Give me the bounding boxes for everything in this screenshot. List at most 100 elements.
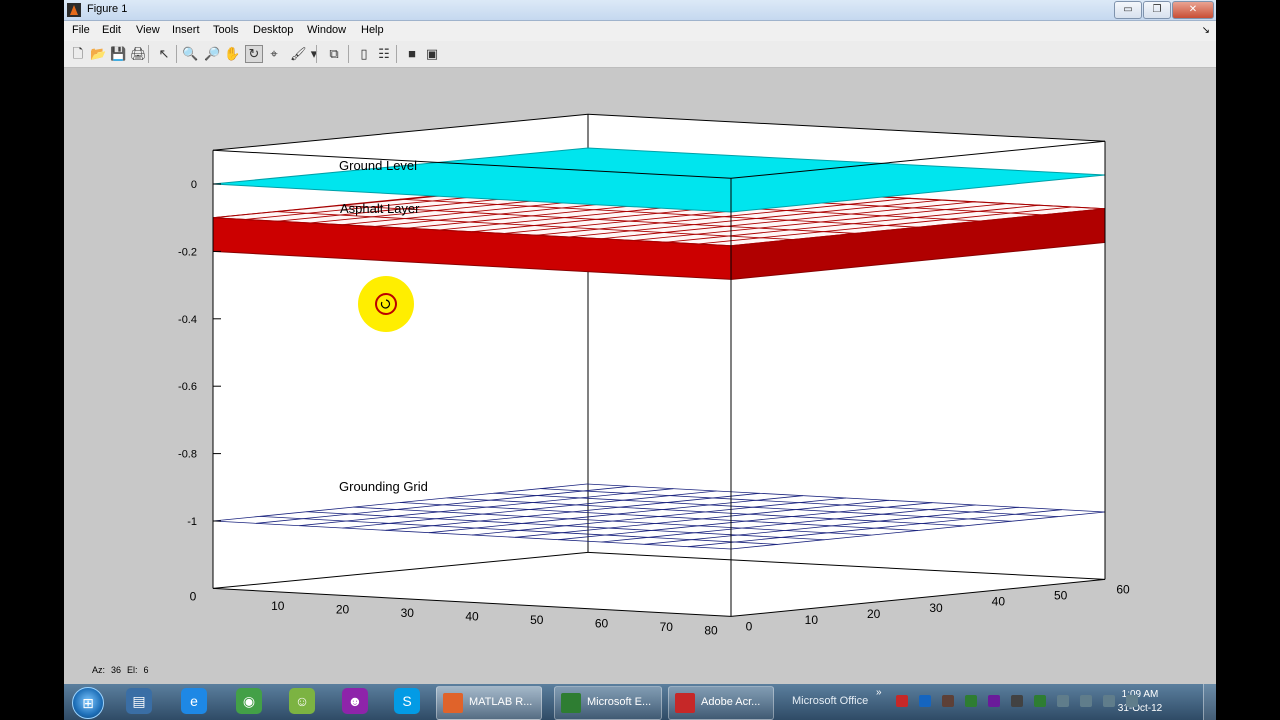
task-excel[interactable]: Microsoft E...	[554, 686, 662, 720]
y-tick-label: 50	[1054, 589, 1068, 603]
title-bar[interactable]: Figure 1 ▭ ❐ ✕	[64, 0, 1216, 21]
cursor-highlight	[358, 276, 414, 332]
layer-label: Ground Level	[339, 158, 417, 173]
tray-network-icon[interactable]	[1103, 695, 1115, 707]
windows-explorer-icon[interactable]: ▤	[126, 688, 152, 714]
toolbar-chevron-icon[interactable]: »	[876, 687, 882, 698]
menu-insert[interactable]: Insert	[172, 24, 200, 36]
pan-hand-icon[interactable]: ✋	[224, 46, 240, 62]
plot-axes[interactable]: Ground Level Asphalt Layer Grounding Grid 0…	[64, 68, 1216, 680]
open-file-icon[interactable]: 📂	[90, 46, 106, 62]
y-tick-label: 0	[746, 619, 753, 633]
y-tick-label: 20	[867, 607, 881, 621]
print-icon[interactable]: 🖨	[130, 46, 147, 62]
x-tick-label: 50	[530, 613, 544, 627]
menu-file[interactable]: File	[72, 24, 90, 36]
task-app-icon	[561, 693, 581, 713]
matlab-figure-icon	[67, 3, 81, 17]
tray-acrobat-icon[interactable]	[896, 695, 908, 707]
x-tick-label: 70	[660, 620, 674, 634]
menu-desktop[interactable]: Desktop	[253, 24, 293, 36]
brush-dropdown-icon[interactable]: ▾	[306, 46, 322, 62]
data-cursor-icon[interactable]: ⌖	[266, 46, 282, 62]
corner-zero-label: 0	[190, 589, 197, 603]
zoom-in-icon[interactable]: 🔍	[182, 46, 198, 62]
toolbar-separator	[148, 45, 149, 63]
z-tick-label: 0	[191, 179, 197, 191]
tray-check-icon[interactable]	[1034, 695, 1046, 707]
legend-icon[interactable]: ☷	[376, 46, 392, 62]
task-label: Microsoft E...	[587, 696, 652, 708]
x-tick-label: 10	[271, 599, 285, 613]
menu-window[interactable]: Window	[307, 24, 346, 36]
toolbar-separator	[316, 45, 317, 63]
elevation-value: 6	[143, 665, 149, 675]
azimuth-label: Az:	[92, 665, 106, 675]
tray-calendar-icon[interactable]	[942, 695, 954, 707]
colorbar-icon[interactable]: ▯	[356, 46, 372, 62]
system-clock[interactable]: 1:09 AM 31-Oct-12	[1114, 688, 1166, 716]
menu-tools[interactable]: Tools	[213, 24, 239, 36]
x-tick-label: 60	[595, 616, 609, 630]
skype-icon[interactable]: S	[394, 688, 420, 714]
menu-edit[interactable]: Edit	[102, 24, 121, 36]
clock-time: 1:09 AM	[1121, 689, 1159, 700]
zoom-out-icon[interactable]: 🔎	[204, 46, 220, 62]
close-button[interactable]: ✕	[1172, 1, 1214, 19]
link-plot-icon[interactable]: ⧉	[326, 46, 342, 62]
toolbar-separator	[348, 45, 349, 63]
internet-explorer-icon[interactable]: e	[181, 688, 207, 714]
windows-logo-icon: ⊞	[82, 695, 94, 711]
show-desktop-button[interactable]	[1203, 684, 1216, 720]
z-tick-label: -0.6	[178, 381, 197, 393]
y-tick-label: 10	[805, 613, 819, 627]
dock-arrow-icon[interactable]: ↘	[1202, 25, 1210, 36]
view-angle-readout: Az: 36 El: 6	[92, 665, 155, 675]
window-title: Figure 1	[87, 3, 128, 15]
new-figure-icon[interactable]: 🗋	[70, 46, 86, 62]
y-tick-label: 40	[992, 595, 1006, 609]
layer-label: Asphalt Layer	[340, 201, 420, 216]
azimuth-value: 36	[111, 665, 122, 675]
menu-bar: File Edit View Insert Tools Desktop Wind…	[64, 21, 1216, 41]
elevation-label: El:	[127, 665, 138, 675]
layer-label: Grounding Grid	[339, 479, 428, 494]
media-app-icon[interactable]: ☻	[342, 688, 368, 714]
tray-excel-icon[interactable]	[965, 695, 977, 707]
z-tick-label: -0.2	[178, 246, 197, 258]
hide-plot-tools-icon[interactable]: ■	[404, 46, 420, 62]
tray-flag-icon[interactable]	[1057, 695, 1069, 707]
brush-icon[interactable]: 🖌	[290, 46, 307, 62]
task-app-icon	[443, 693, 463, 713]
z-tick-label: -0.4	[178, 314, 197, 326]
taskbar: ⊞ Microsoft Office » 1:09 AM 31-Oct-12 ▤…	[64, 684, 1216, 720]
x-tick-label: 20	[336, 602, 350, 616]
tray-card-icon[interactable]	[1011, 695, 1023, 707]
chrome-icon[interactable]: ◉	[236, 688, 262, 714]
office-toolbar-label[interactable]: Microsoft Office	[792, 695, 868, 707]
edit-plot-arrow-icon[interactable]: ↖	[156, 46, 172, 62]
messenger-icon[interactable]: ☺	[289, 688, 315, 714]
task-app-icon	[675, 693, 695, 713]
minimize-button[interactable]: ▭	[1114, 1, 1142, 19]
z-tick-label: -0.8	[178, 449, 197, 461]
y-tick-label: 60	[1116, 582, 1130, 596]
toolbar-separator	[396, 45, 397, 63]
menu-help[interactable]: Help	[361, 24, 384, 36]
tray-outlook-icon[interactable]	[919, 695, 931, 707]
menu-view[interactable]: View	[136, 24, 160, 36]
task-acrobat[interactable]: Adobe Acr...	[668, 686, 774, 720]
tray-device-icon[interactable]	[1080, 695, 1092, 707]
restore-button[interactable]: ❐	[1143, 1, 1171, 19]
tray-volume-icon[interactable]	[1126, 695, 1138, 707]
z-tick-label: -1	[187, 516, 197, 528]
save-icon[interactable]: 💾	[110, 46, 126, 62]
x-tick-label: 30	[401, 606, 415, 620]
tray-access-icon[interactable]	[988, 695, 1000, 707]
rotate-3d-icon[interactable]: ↻	[245, 45, 263, 63]
y-tick-label: 30	[929, 601, 943, 615]
x-tick-label: 40	[465, 609, 479, 623]
show-plot-tools-icon[interactable]: ▣	[424, 46, 440, 62]
task-matlab[interactable]: MATLAB R...	[436, 686, 542, 720]
start-button[interactable]: ⊞	[72, 687, 104, 719]
